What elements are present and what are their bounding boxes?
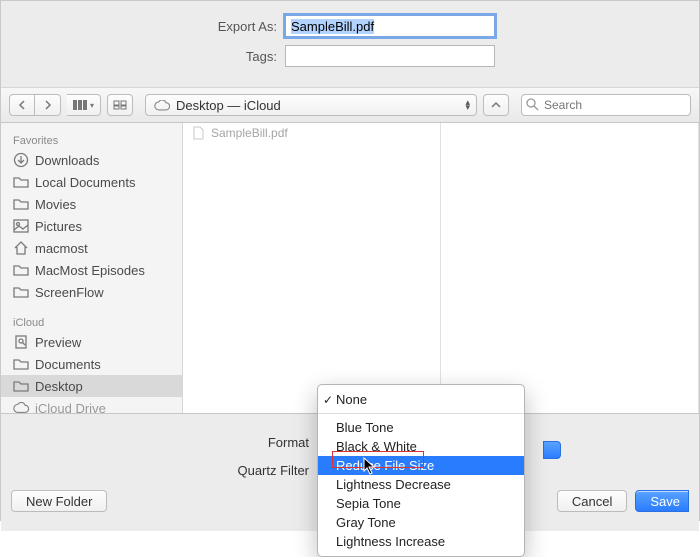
chevron-left-icon <box>18 100 26 110</box>
menu-item-label: Gray Tone <box>336 515 396 530</box>
cancel-button[interactable]: Cancel <box>557 490 627 512</box>
menu-item-label: Reduce File Size <box>336 458 434 473</box>
sidebar-item-label: Pictures <box>35 219 82 234</box>
export-as-row: Export As: <box>21 15 679 37</box>
menu-item-lightness-decrease[interactable]: Lightness Decrease <box>318 475 524 494</box>
quartz-filter-label: Quartz Filter <box>21 463 317 478</box>
columns-icon <box>73 100 87 110</box>
folder-icon <box>13 174 29 190</box>
forward-button[interactable] <box>35 94 61 116</box>
sidebar-item-label: Downloads <box>35 153 99 168</box>
menu-item-label: Lightness Increase <box>336 534 445 549</box>
folder-icon <box>13 196 29 212</box>
export-as-input[interactable] <box>285 15 495 37</box>
sidebar-item-icloud-drive[interactable]: iCloud Drive <box>1 397 182 413</box>
home-icon <box>13 240 29 256</box>
view-mode-button[interactable]: ▾ <box>67 94 101 116</box>
browser-body: Favorites Downloads Local Documents Movies… <box>1 123 699 413</box>
sidebar-header-favorites: Favorites <box>1 129 182 149</box>
tags-input[interactable] <box>285 45 495 67</box>
file-name: SampleBill.pdf <box>211 126 288 140</box>
sidebar[interactable]: Favorites Downloads Local Documents Movies… <box>1 123 183 413</box>
preview-icon <box>13 334 29 350</box>
menu-separator <box>318 413 524 414</box>
export-sheet: Export As: Tags: ▾ Desktop — iCloud <box>0 0 700 521</box>
sidebar-item-label: Documents <box>35 357 101 372</box>
menu-item-reduce-file-size[interactable]: Reduce File Size <box>318 456 524 475</box>
cloud-icon <box>154 100 170 111</box>
folder-icon <box>13 262 29 278</box>
menu-item-label: Sepia Tone <box>336 496 401 511</box>
downloads-icon <box>13 152 29 168</box>
tags-row: Tags: <box>21 45 679 67</box>
sidebar-item-label: Desktop <box>35 379 83 394</box>
view-mode-group: ▾ <box>67 94 101 116</box>
sidebar-item-label: iCloud Drive <box>35 401 106 414</box>
menu-item-label: None <box>336 392 367 407</box>
sidebar-item-pictures[interactable]: Pictures <box>1 215 182 237</box>
sidebar-item-label: ScreenFlow <box>35 285 104 300</box>
file-column-2[interactable] <box>441 123 699 413</box>
menu-item-blue-tone[interactable]: Blue Tone <box>318 418 524 437</box>
popup-chevron-icon: ▴▾ <box>465 100 470 110</box>
save-button[interactable]: Save <box>635 490 689 512</box>
sidebar-item-label: MacMost Episodes <box>35 263 145 278</box>
sidebar-item-macmost-episodes[interactable]: MacMost Episodes <box>1 259 182 281</box>
chevron-right-icon <box>44 100 52 110</box>
sidebar-item-desktop[interactable]: Desktop <box>1 375 182 397</box>
sidebar-item-label: Preview <box>35 335 81 350</box>
icloud-icon <box>13 400 29 413</box>
folder-icon <box>13 356 29 372</box>
sidebar-item-macmost[interactable]: macmost <box>1 237 182 259</box>
location-text: Desktop — iCloud <box>176 98 281 113</box>
menu-item-lightness-increase[interactable]: Lightness Increase <box>318 532 524 551</box>
file-columns[interactable]: SampleBill.pdf <box>183 123 699 413</box>
sidebar-item-documents[interactable]: Documents <box>1 353 182 375</box>
menu-item-label: Blue Tone <box>336 420 394 435</box>
menu-item-sepia-tone[interactable]: Sepia Tone <box>318 494 524 513</box>
sidebar-item-preview[interactable]: Preview <box>1 331 182 353</box>
format-label: Format <box>21 435 317 450</box>
sidebar-item-movies[interactable]: Movies <box>1 193 182 215</box>
new-folder-button[interactable]: New Folder <box>11 490 107 512</box>
browser-toolbar: ▾ Desktop — iCloud ▴▾ <box>1 87 699 123</box>
search-input[interactable] <box>521 94 691 116</box>
search-wrap <box>521 94 691 116</box>
search-icon <box>526 98 539 111</box>
group-icon <box>113 100 127 110</box>
menu-item-none[interactable]: ✓None <box>318 390 524 409</box>
location-popup[interactable]: Desktop — iCloud ▴▾ <box>145 94 477 116</box>
quartz-filter-popup-button[interactable] <box>543 441 561 459</box>
export-as-label: Export As: <box>21 19 285 34</box>
document-icon <box>191 126 205 140</box>
menu-item-label: Lightness Decrease <box>336 477 451 492</box>
sidebar-item-downloads[interactable]: Downloads <box>1 149 182 171</box>
file-row[interactable]: SampleBill.pdf <box>183 123 440 143</box>
location-popup-wrap: Desktop — iCloud ▴▾ <box>145 94 509 116</box>
sidebar-item-local-documents[interactable]: Local Documents <box>1 171 182 193</box>
quartz-filter-menu[interactable]: ✓None Blue Tone Black & White Reduce File S… <box>317 384 525 557</box>
menu-item-gray-tone[interactable]: Gray Tone <box>318 513 524 532</box>
tags-label: Tags: <box>21 49 285 64</box>
top-fields: Export As: Tags: <box>1 1 699 87</box>
chevron-up-icon <box>491 101 501 109</box>
menu-item-black-white[interactable]: Black & White <box>318 437 524 456</box>
folder-icon <box>13 284 29 300</box>
nav-back-forward <box>9 94 61 116</box>
pictures-icon <box>13 218 29 234</box>
cursor-icon <box>363 457 377 475</box>
sidebar-item-label: Local Documents <box>35 175 135 190</box>
sidebar-item-label: Movies <box>35 197 76 212</box>
sidebar-item-screenflow[interactable]: ScreenFlow <box>1 281 182 303</box>
menu-item-label: Black & White <box>336 439 417 454</box>
folder-icon <box>13 378 29 394</box>
file-column-1[interactable]: SampleBill.pdf <box>183 123 441 413</box>
back-button[interactable] <box>9 94 35 116</box>
sidebar-header-icloud: iCloud <box>1 311 182 331</box>
sidebar-item-label: macmost <box>35 241 88 256</box>
collapse-button[interactable] <box>483 94 509 116</box>
checkmark-icon: ✓ <box>323 393 333 407</box>
group-button[interactable] <box>107 94 133 116</box>
